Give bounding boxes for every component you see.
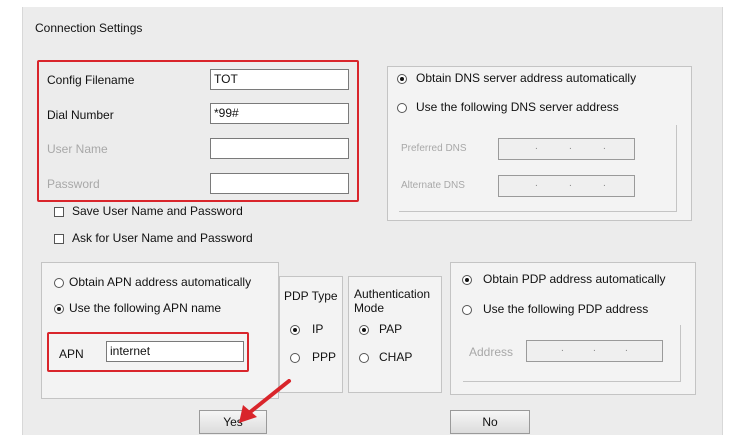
auth-chap-radio[interactable] xyxy=(359,353,369,363)
preferred-dns-label: Preferred DNS xyxy=(401,143,467,154)
pdp-ip-label: IP xyxy=(312,322,324,336)
auth-title-line1: Authentication xyxy=(354,287,431,301)
dns-manual-label: Use the following DNS server address xyxy=(416,100,619,114)
ask-credentials-checkbox[interactable] xyxy=(54,234,64,244)
auth-chap-label: CHAP xyxy=(379,350,413,364)
preferred-dns-input[interactable]: ... xyxy=(498,138,635,160)
pdp-ip-radio[interactable] xyxy=(290,325,300,335)
apn-manual-label: Use the following APN name xyxy=(69,301,222,315)
save-credentials-label: Save User Name and Password xyxy=(72,204,243,218)
apn-auto-radio[interactable] xyxy=(54,278,64,288)
pdp-address-manual-radio[interactable] xyxy=(462,305,472,315)
pdp-type-title: PDP Type xyxy=(284,289,338,303)
dns-manual-radio[interactable] xyxy=(397,103,407,113)
auth-pap-radio[interactable] xyxy=(359,325,369,335)
pdp-address-label: Address xyxy=(469,345,514,359)
dialog-title: Connection Settings xyxy=(35,21,143,35)
pdp-address-auto-label: Obtain PDP address automatically xyxy=(483,272,666,286)
apn-auto-label: Obtain APN address automatically xyxy=(69,275,252,289)
apn-highlight xyxy=(47,332,249,372)
pdp-ppp-radio[interactable] xyxy=(290,353,300,363)
connection-settings-dialog: Connection Settings Config Filename TOT … xyxy=(22,7,723,435)
pdp-ppp-label: PPP xyxy=(312,350,337,364)
ask-credentials-label: Ask for User Name and Password xyxy=(72,231,253,245)
annotation-arrow-icon xyxy=(239,379,291,423)
save-credentials-checkbox[interactable] xyxy=(54,207,64,217)
alternate-dns-input[interactable]: ... xyxy=(498,175,635,197)
pdp-address-auto-radio[interactable] xyxy=(462,275,472,285)
alternate-dns-label: Alternate DNS xyxy=(401,180,465,191)
apn-manual-radio[interactable] xyxy=(54,304,64,314)
dns-auto-label: Obtain DNS server address automatically xyxy=(416,71,637,85)
pdp-address-input[interactable]: ... xyxy=(526,340,663,362)
pdp-address-manual-label: Use the following PDP address xyxy=(483,302,649,316)
dns-auto-radio[interactable] xyxy=(397,74,407,84)
auth-title-line2: Mode xyxy=(354,301,385,315)
no-button[interactable]: No xyxy=(450,410,530,434)
auth-pap-label: PAP xyxy=(379,322,403,336)
credentials-highlight xyxy=(37,60,359,202)
